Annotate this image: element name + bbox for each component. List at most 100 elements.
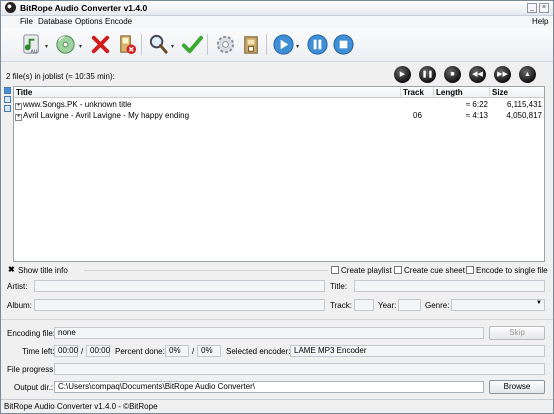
- time-separator: /: [81, 347, 84, 356]
- row-title: Avril Lavigne - Avril Lavigne - My happy…: [23, 111, 190, 120]
- search-icon[interactable]: [147, 33, 170, 56]
- table-row[interactable]: + www.Songs.PK - unknown title ≈ 6:22 6,1…: [14, 99, 544, 110]
- menu-file[interactable]: File: [20, 17, 33, 26]
- play-icon[interactable]: [272, 33, 295, 56]
- row-title: www.Songs.PK - unknown title: [23, 100, 132, 109]
- title-bar: BitRope Audio Converter v1.4.0 _ ×: [1, 1, 553, 16]
- window-title: BitRope Audio Converter v1.4.0: [20, 3, 148, 13]
- expand-icon[interactable]: +: [15, 103, 22, 110]
- artist-field[interactable]: [34, 280, 325, 292]
- percent-done-label: Percent done:: [115, 347, 165, 356]
- encoding-file-label: Encoding file:: [7, 329, 56, 338]
- genre-select[interactable]: ▼: [451, 299, 545, 311]
- select-all-icon[interactable]: [4, 87, 11, 94]
- menu-bar: File Database Options Encode Help: [1, 16, 553, 28]
- column-length[interactable]: Length: [434, 87, 490, 98]
- show-title-info-label[interactable]: Show title info: [18, 266, 68, 275]
- time-left-label: Time left:: [22, 347, 55, 356]
- remove-icon[interactable]: [89, 33, 112, 56]
- toolbar-separator: [266, 34, 267, 55]
- column-size[interactable]: Size: [490, 87, 544, 98]
- row-track: 06: [413, 111, 422, 120]
- check-icon[interactable]: [181, 33, 204, 56]
- output-dir-field[interactable]: C:\Users\compaq\Documents\BitRope Audio …: [54, 381, 484, 393]
- skip-button[interactable]: Skip: [489, 326, 545, 340]
- add-audio-dropdown-icon[interactable]: ▾: [45, 43, 48, 50]
- player-previous-icon[interactable]: ◀◀: [469, 66, 486, 83]
- menu-database[interactable]: Database: [38, 17, 72, 26]
- search-dropdown-icon[interactable]: ▾: [171, 43, 174, 50]
- row-size: 6,115,431: [507, 100, 542, 109]
- invert-selection-icon[interactable]: [4, 105, 11, 112]
- album-field[interactable]: [34, 299, 325, 311]
- time-elapsed-field: 00:00: [54, 345, 78, 357]
- create-playlist-label[interactable]: Create playlist: [341, 266, 392, 275]
- percent-file-field: 0%: [165, 345, 189, 357]
- file-progress-label: File progress:: [7, 365, 56, 374]
- toolbar: AU ▾ ▾ ▾ ▾: [1, 28, 553, 62]
- status-text: BitRope Audio Converter v1.4.0 - ©BitRop…: [4, 402, 158, 411]
- pause-icon[interactable]: [306, 33, 329, 56]
- file-progress-bar: [54, 363, 545, 375]
- selected-encoder-label: Selected encoder:: [226, 347, 291, 356]
- selected-encoder-field: LAME MP3 Encoder: [290, 345, 545, 357]
- minimize-icon[interactable]: _: [527, 3, 537, 13]
- track-field[interactable]: [354, 299, 374, 311]
- file-list[interactable]: Title Track Length Size + www.Songs.PK - …: [13, 86, 545, 262]
- genre-label: Genre:: [425, 301, 450, 310]
- play-dropdown-icon[interactable]: ▾: [296, 43, 299, 50]
- year-label: Year:: [378, 301, 397, 310]
- menu-help[interactable]: Help: [532, 17, 548, 26]
- column-title[interactable]: Title: [14, 87, 401, 98]
- app-logo-icon: [5, 2, 16, 13]
- options-row: ✖ Show title info Create playlist Create…: [1, 264, 553, 276]
- browse-button[interactable]: Browse: [489, 380, 545, 394]
- player-next-icon[interactable]: ▶▶: [494, 66, 511, 83]
- player-play-icon[interactable]: ▶: [394, 66, 411, 83]
- percent-total-field: 0%: [197, 345, 221, 357]
- chevron-down-icon: ▼: [536, 300, 542, 306]
- menu-encode[interactable]: Encode: [105, 17, 132, 26]
- player-eject-icon[interactable]: ▲: [519, 66, 536, 83]
- divider: [1, 319, 553, 320]
- settings-icon[interactable]: [214, 33, 237, 56]
- track-label: Track:: [330, 301, 352, 310]
- row-length: ≈ 6:22: [465, 100, 488, 109]
- menu-options[interactable]: Options: [75, 17, 103, 26]
- create-cue-sheet-checkbox[interactable]: [394, 266, 402, 274]
- title-label: Title:: [330, 282, 348, 291]
- create-playlist-checkbox[interactable]: [331, 266, 339, 274]
- svg-text:AU: AU: [31, 49, 38, 55]
- status-bar: BitRope Audio Converter v1.4.0 - ©BitRop…: [1, 399, 553, 413]
- player-stop-icon[interactable]: ■: [444, 66, 461, 83]
- select-none-icon[interactable]: [4, 96, 11, 103]
- player-pause-icon[interactable]: ❚❚: [419, 66, 436, 83]
- divider: [84, 270, 328, 271]
- percent-separator: /: [192, 347, 195, 356]
- output-dir-label: Output dir.:: [14, 383, 54, 392]
- add-cd-icon[interactable]: [54, 33, 77, 56]
- close-icon[interactable]: ×: [539, 3, 549, 13]
- show-title-info-icon[interactable]: ✖: [8, 265, 15, 274]
- table-row[interactable]: + Avril Lavigne - Avril Lavigne - My happ…: [14, 110, 544, 121]
- stop-icon[interactable]: [332, 33, 355, 56]
- add-cd-dropdown-icon[interactable]: ▾: [79, 43, 82, 50]
- tools-icon[interactable]: [240, 33, 263, 56]
- clear-list-icon[interactable]: [115, 33, 138, 56]
- encoding-file-field: none: [54, 327, 484, 339]
- title-field[interactable]: [354, 280, 545, 292]
- column-track[interactable]: Track: [401, 87, 434, 98]
- year-field[interactable]: [398, 299, 421, 311]
- album-label: Album:: [7, 301, 32, 310]
- time-total-field: 00:00: [86, 345, 110, 357]
- artist-label: Artist:: [7, 282, 28, 291]
- toolbar-separator: [141, 34, 142, 55]
- create-cue-sheet-label[interactable]: Create cue sheet: [404, 266, 465, 275]
- app-window: BitRope Audio Converter v1.4.0 _ × File …: [0, 0, 554, 414]
- expand-icon[interactable]: +: [15, 114, 22, 121]
- encode-single-file-checkbox[interactable]: [466, 266, 474, 274]
- encode-single-file-label[interactable]: Encode to single file: [476, 266, 548, 275]
- add-audio-icon[interactable]: AU: [21, 33, 44, 56]
- row-length: ≈ 4:13: [465, 111, 488, 120]
- row-size: 4,050,817: [506, 111, 542, 120]
